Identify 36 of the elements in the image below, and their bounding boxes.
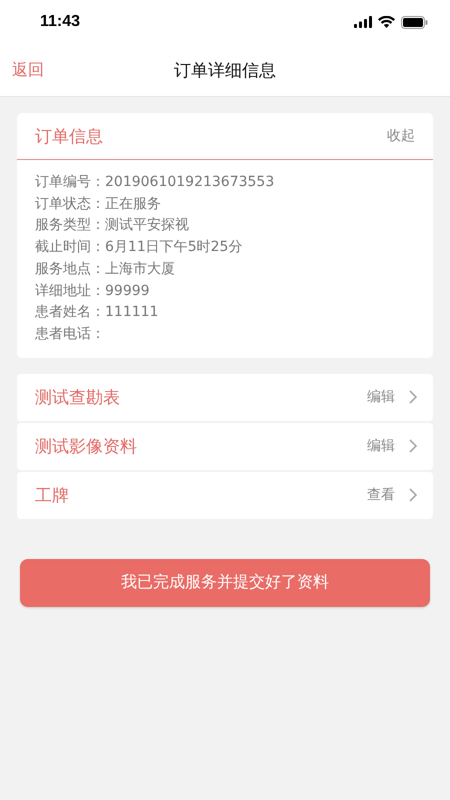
chevron-right-icon (409, 439, 417, 454)
submit-button[interactable]: 我已完成服务并提交好了资料 (20, 558, 430, 607)
field-value: 6月11日下午5时25分 (105, 239, 242, 256)
field-label: 截止时间： (35, 239, 105, 256)
chevron-right-icon (409, 390, 417, 404)
battery-icon (401, 16, 428, 28)
list-row[interactable]: 工牌 查看 (17, 472, 433, 519)
card-title: 订单信息 (35, 126, 103, 148)
field-value: 111111 (105, 304, 158, 320)
field-label: 患者姓名： (35, 304, 105, 320)
status-time: 11:43 (40, 13, 80, 31)
field-value: 上海市大厦 (105, 260, 175, 277)
row-title: 测试查勘表 (35, 386, 121, 409)
field-value: 2019061019213673553 (105, 174, 274, 190)
collapse-link[interactable]: 收起 (387, 127, 415, 145)
list-row[interactable]: 测试影像资料 编辑 (17, 422, 433, 470)
field-value: 测试平安探视 (105, 217, 189, 234)
field-label: 订单编号： (35, 174, 105, 190)
row-action: 查看 (367, 486, 395, 504)
wifi-icon (378, 16, 395, 28)
row-action: 编辑 (367, 437, 395, 456)
field-label: 服务地点： (35, 260, 105, 277)
field-label: 患者电话： (35, 326, 105, 342)
row-action: 编辑 (367, 388, 395, 406)
chevron-right-icon (409, 488, 417, 502)
field-value: 99999 (105, 282, 150, 299)
back-link[interactable]: 返回 (12, 60, 44, 80)
field-label: 订单状态： (35, 196, 105, 212)
row-title: 测试影像资料 (35, 436, 138, 458)
field-label: 详细地址： (35, 282, 105, 299)
field-value: 正在服务 (105, 196, 161, 212)
field-label: 服务类型： (35, 217, 105, 234)
page-title: 订单详细信息 (174, 60, 276, 82)
row-title: 工牌 (35, 484, 70, 507)
signal-icon (354, 16, 372, 28)
list-row[interactable]: 测试查勘表 编辑 (17, 374, 433, 421)
